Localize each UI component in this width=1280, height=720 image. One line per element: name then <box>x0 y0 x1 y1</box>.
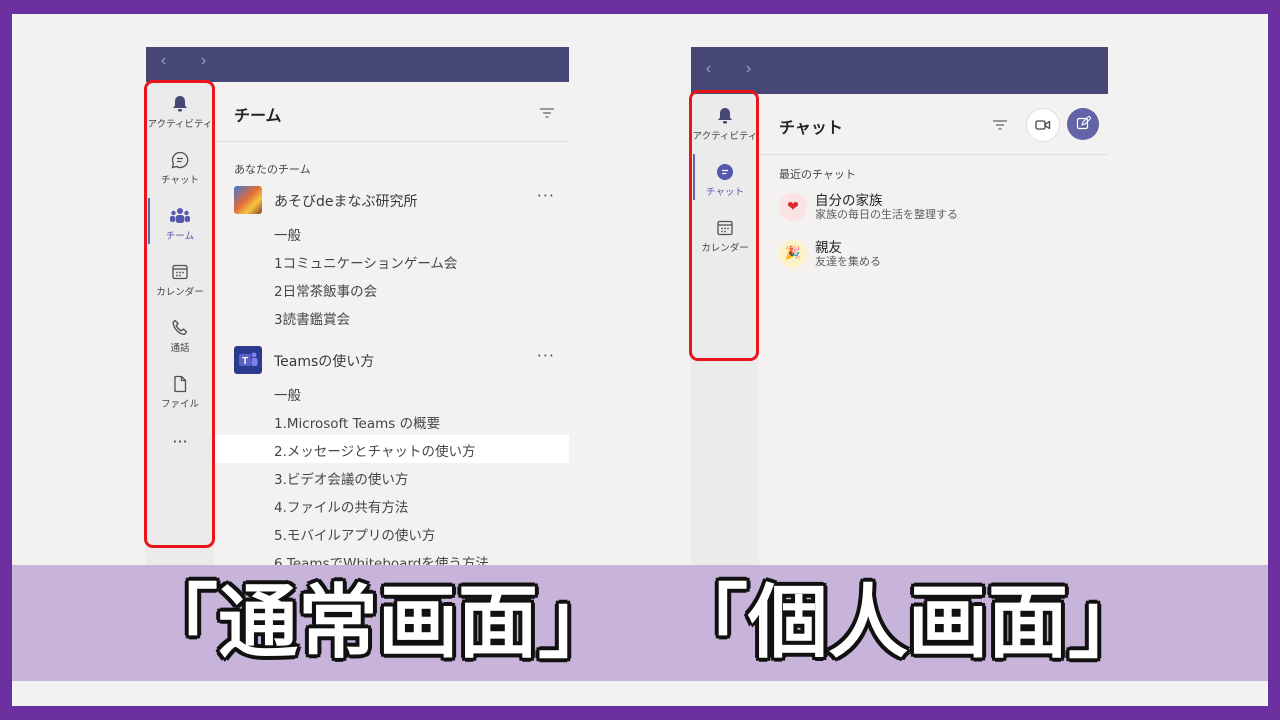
video-icon <box>1035 120 1051 130</box>
svg-text:T: T <box>242 356 248 367</box>
channel-label: 3読書鑑賞会 <box>274 312 351 328</box>
chat-list-item[interactable]: 🎉 親友 友達を集める <box>759 236 1108 276</box>
chat-subtitle: 家族の毎日の生活を整理する <box>815 208 958 221</box>
channel-label: 一般 <box>274 228 301 244</box>
chat-pane: チャット 最近のチャット ❤ 自分の家族 家族の毎日の生活を整理する 🎉 親友 … <box>759 94 1108 567</box>
caption-banner: 「通常画面」 「個人画面」 <box>12 565 1268 681</box>
channel-item[interactable]: 3.ビデオ会議の使い方 <box>214 463 569 491</box>
chat-subtitle: 友達を集める <box>815 255 881 268</box>
channel-item[interactable]: 一般 <box>214 219 569 247</box>
channel-label: 4.ファイルの共有方法 <box>274 500 409 516</box>
rail-highlight-box <box>689 90 759 361</box>
team-name: あそびdeまなぶ研究所 <box>274 194 418 210</box>
teams-pane: チーム あなたのチーム あそびdeまなぶ研究所 ··· 一般 1コミュニケーショ… <box>214 82 569 607</box>
section-label: 最近のチャット <box>779 168 856 181</box>
heart-icon: ❤ <box>779 193 807 221</box>
header-divider <box>759 154 1108 155</box>
channel-label: 一般 <box>274 388 301 404</box>
filter-icon[interactable] <box>539 106 555 120</box>
channel-label: 1.Microsoft Teams の概要 <box>274 416 441 432</box>
filter-icon[interactable] <box>992 118 1008 132</box>
title-bar: ‹ › <box>146 47 569 82</box>
compose-icon <box>1076 116 1091 130</box>
chat-list-item[interactable]: ❤ 自分の家族 家族の毎日の生活を整理する <box>759 189 1108 229</box>
channel-label: 2日常茶飯事の会 <box>274 284 378 300</box>
channel-label: 3.ビデオ会議の使い方 <box>274 472 409 488</box>
pane-title: チーム <box>234 106 282 125</box>
title-bar: ‹ › <box>691 47 1108 94</box>
channel-item[interactable]: 3読書鑑賞会 <box>214 303 569 331</box>
channel-label: 1コミュニケーションゲーム会 <box>274 256 458 272</box>
video-call-button[interactable] <box>1026 108 1060 142</box>
channel-label: 5.モバイルアプリの使い方 <box>274 528 436 544</box>
teams-logo-avatar: T <box>234 346 262 374</box>
team-more-button[interactable]: ··· <box>537 186 555 205</box>
team-row[interactable]: T Teamsの使い方 ··· <box>214 346 569 374</box>
caption-personal-screen: 「個人画面」 <box>668 576 1148 669</box>
channel-item[interactable]: 4.ファイルの共有方法 <box>214 491 569 519</box>
team-avatar <box>234 186 262 214</box>
caption-normal-screen: 「通常画面」 <box>138 576 618 669</box>
team-row[interactable]: あそびdeまなぶ研究所 ··· <box>214 186 569 214</box>
party-icon: 🎉 <box>779 240 807 268</box>
back-forward-arrows[interactable]: ‹ › <box>160 51 221 71</box>
channel-item[interactable]: 5.モバイルアプリの使い方 <box>214 519 569 547</box>
channel-label: 2.メッセージとチャットの使い方 <box>274 444 476 460</box>
team-name: Teamsの使い方 <box>274 354 375 370</box>
channel-item-selected[interactable]: 2.メッセージとチャットの使い方 <box>214 435 569 463</box>
header-divider <box>214 141 569 142</box>
teams-logo-icon: T <box>239 352 258 367</box>
channel-item[interactable]: 一般 <box>214 379 569 407</box>
channel-item[interactable]: 1コミュニケーションゲーム会 <box>214 247 569 275</box>
back-forward-arrows[interactable]: ‹ › <box>705 59 766 79</box>
team-more-button[interactable]: ··· <box>537 346 555 365</box>
rail-highlight-box <box>144 80 215 548</box>
section-label: あなたのチーム <box>234 163 311 176</box>
pane-title: チャット <box>779 118 843 137</box>
new-chat-button[interactable] <box>1067 108 1099 140</box>
channel-item[interactable]: 1.Microsoft Teams の概要 <box>214 407 569 435</box>
channel-item[interactable]: 2日常茶飯事の会 <box>214 275 569 303</box>
